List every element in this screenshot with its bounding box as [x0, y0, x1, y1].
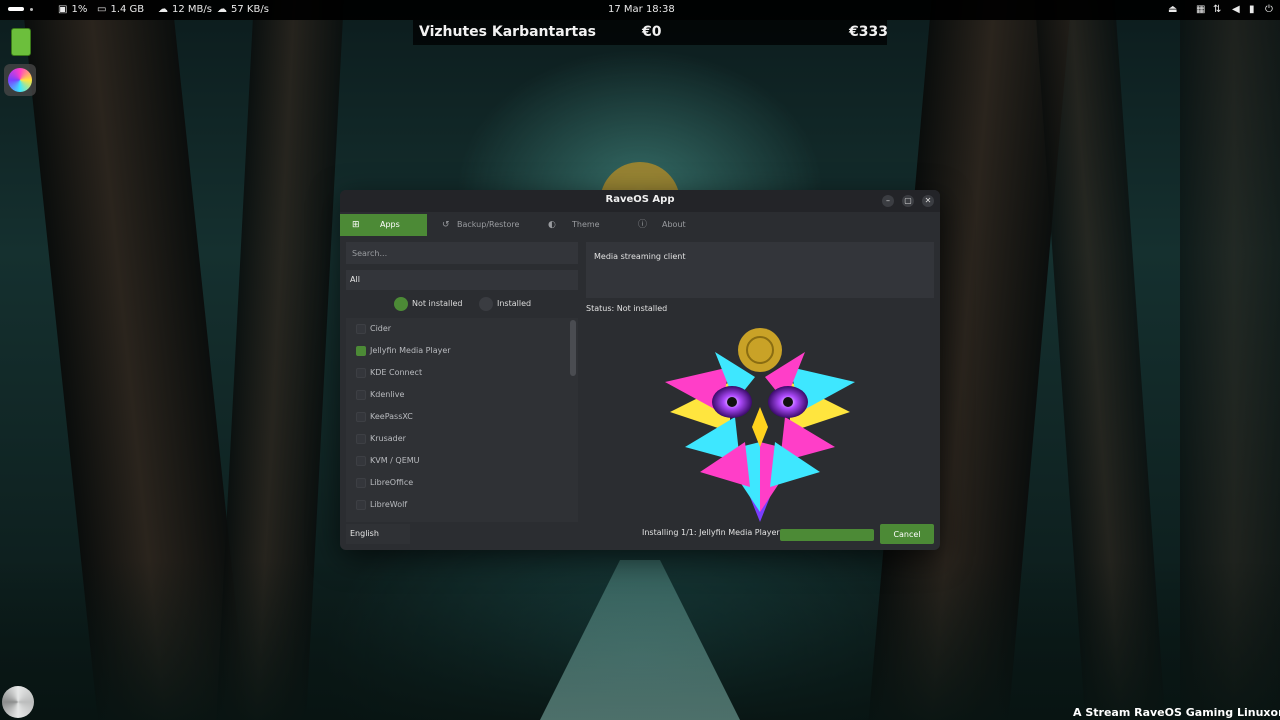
checkbox[interactable] [356, 368, 366, 378]
search-input[interactable] [346, 242, 578, 264]
filter-not-installed-label: Not installed [412, 299, 463, 308]
install-progress-bar [780, 529, 874, 541]
upload-value: 57 KB/s [231, 4, 269, 15]
tab-backup-label: Backup/Restore [457, 220, 520, 229]
tab-bar: ⊞ Apps ↺ Backup/Restore ◐ Theme ⓘ About [340, 214, 940, 236]
list-scrollbar[interactable] [570, 320, 576, 376]
list-item-label: KVM / QEMU [370, 456, 420, 465]
tab-apps-label: Apps [380, 220, 400, 229]
stream-ticker: A Stream RaveOS Gaming Linuxon fut [1073, 706, 1280, 719]
checkbox[interactable] [356, 346, 366, 356]
workspace-indicator[interactable] [8, 0, 33, 20]
category-select[interactable]: All [346, 270, 578, 290]
info-icon: ⓘ [638, 220, 648, 230]
list-item-label: LibreWolf [370, 500, 408, 509]
maximize-icon[interactable]: ▢ [902, 195, 914, 207]
checkbox[interactable] [356, 478, 366, 488]
radio-selected-icon [394, 297, 408, 311]
window-title: RaveOS App [605, 194, 675, 205]
checkbox[interactable] [356, 390, 366, 400]
clock[interactable]: 17 Mar 18:38 [608, 0, 675, 20]
list-item-label: Krusader [370, 434, 406, 443]
eject-icon[interactable]: ⏏ [1168, 0, 1177, 20]
filter-installed[interactable]: Installed [479, 296, 549, 312]
cancel-button[interactable]: Cancel [880, 524, 934, 544]
minimize-icon[interactable]: – [882, 195, 894, 207]
overlay-amount-left: €0 [642, 24, 662, 40]
list-item-label: KeePassXC [370, 412, 413, 421]
list-item-label: LibreOffice [370, 478, 414, 487]
power-icon[interactable]: ⏻ [1265, 0, 1273, 20]
tab-about-label: About [662, 220, 686, 229]
list-item-label: Kdenlive [370, 390, 405, 399]
raveos-owl-logo [665, 328, 855, 522]
checkbox[interactable] [356, 500, 366, 510]
list-item[interactable]: KVM / QEMU [346, 450, 568, 472]
filter-not-installed[interactable]: Not installed [394, 296, 484, 312]
memory-indicator[interactable]: ▭ 1.4 GB [97, 0, 144, 20]
app-description: Media streaming client [586, 242, 934, 298]
dock-raveos-app[interactable] [4, 64, 36, 96]
palette-icon: ◐ [548, 220, 556, 230]
overlay-amount-right: €333 [849, 24, 888, 40]
top-bar: ▣ 1% ▭ 1.4 GB ☁ 12 MB/s ☁ 57 KB/s 17 Mar 18:… [0, 0, 1280, 20]
list-item-label: Cider [370, 324, 392, 333]
window-footer: English Installing 1/1: Jellyfin Media P… [340, 522, 940, 546]
list-item[interactable]: KeePassXC [346, 406, 568, 428]
memory-value: 1.4 GB [110, 4, 145, 15]
list-item[interactable]: Kdenlive [346, 384, 568, 406]
tab-theme[interactable]: ◐ Theme [536, 214, 626, 236]
list-item[interactable]: LibreWolf [346, 494, 568, 516]
filter-installed-label: Installed [497, 299, 532, 308]
window-titlebar[interactable]: RaveOS App – ▢ ✕ [340, 190, 940, 212]
list-item-label: KDE Connect [370, 368, 423, 377]
tab-backup-restore[interactable]: ↺ Backup/Restore [430, 214, 530, 236]
checkbox[interactable] [356, 412, 366, 422]
workspace-dot-icon [30, 7, 33, 11]
grid-icon: ⊞ [352, 220, 360, 230]
checkbox[interactable] [356, 456, 366, 466]
owl-app-icon [8, 68, 32, 92]
history-icon: ↺ [442, 220, 450, 230]
tab-apps[interactable]: ⊞ Apps [340, 214, 427, 236]
checkbox[interactable] [356, 434, 366, 444]
install-progress-text: Installing 1/1: Jellyfin Media Player [642, 528, 780, 537]
list-item[interactable]: KDE Connect [346, 362, 568, 384]
battery-app-icon [11, 28, 31, 56]
tab-theme-label: Theme [572, 220, 600, 229]
download-indicator[interactable]: ☁ 12 MB/s [158, 0, 212, 20]
dock-battery-app[interactable] [4, 26, 36, 58]
radio-unselected-icon [479, 297, 493, 311]
upload-icon: ☁ [217, 4, 227, 15]
overlay-name: Vizhutes Karbantartas [419, 24, 597, 40]
install-progress-fill [780, 529, 874, 541]
memory-icon: ▭ [97, 4, 107, 15]
download-value: 12 MB/s [172, 4, 212, 15]
overlay-panel: Vizhutes Karbantartas €0 €333 [413, 20, 888, 45]
corner-owl-icon[interactable] [2, 686, 34, 718]
list-item[interactable]: Jellyfin Media Player [346, 340, 568, 362]
checkbox[interactable] [356, 324, 366, 334]
upload-indicator[interactable]: ☁ 57 KB/s [217, 0, 269, 20]
list-item[interactable]: LibreOffice [346, 472, 568, 494]
list-item-label: Jellyfin Media Player [370, 346, 451, 355]
cpu-value: 1% [71, 4, 88, 15]
install-status-label: Status: Not installed [586, 304, 668, 313]
cpu-icon: ▣ [58, 4, 68, 15]
network-icon[interactable]: ⇅ [1213, 0, 1221, 20]
settings-icon[interactable]: ▦ [1196, 0, 1205, 20]
download-icon: ☁ [158, 4, 168, 15]
list-item[interactable]: Krusader [346, 428, 568, 450]
list-item[interactable]: Cider [346, 318, 568, 340]
battery-icon[interactable]: ▮ [1249, 0, 1255, 20]
language-select[interactable]: English [346, 524, 410, 544]
tab-about[interactable]: ⓘ About [626, 214, 714, 236]
workspace-pill-icon [8, 7, 24, 11]
cpu-indicator[interactable]: ▣ 1% [58, 0, 87, 20]
close-icon[interactable]: ✕ [922, 195, 934, 207]
app-list: Cider Jellyfin Media Player KDE Connect … [346, 318, 578, 522]
app-window: RaveOS App – ▢ ✕ ⊞ Apps ↺ Backup/Restore… [340, 190, 940, 550]
volume-icon[interactable]: ◀ [1232, 0, 1240, 20]
